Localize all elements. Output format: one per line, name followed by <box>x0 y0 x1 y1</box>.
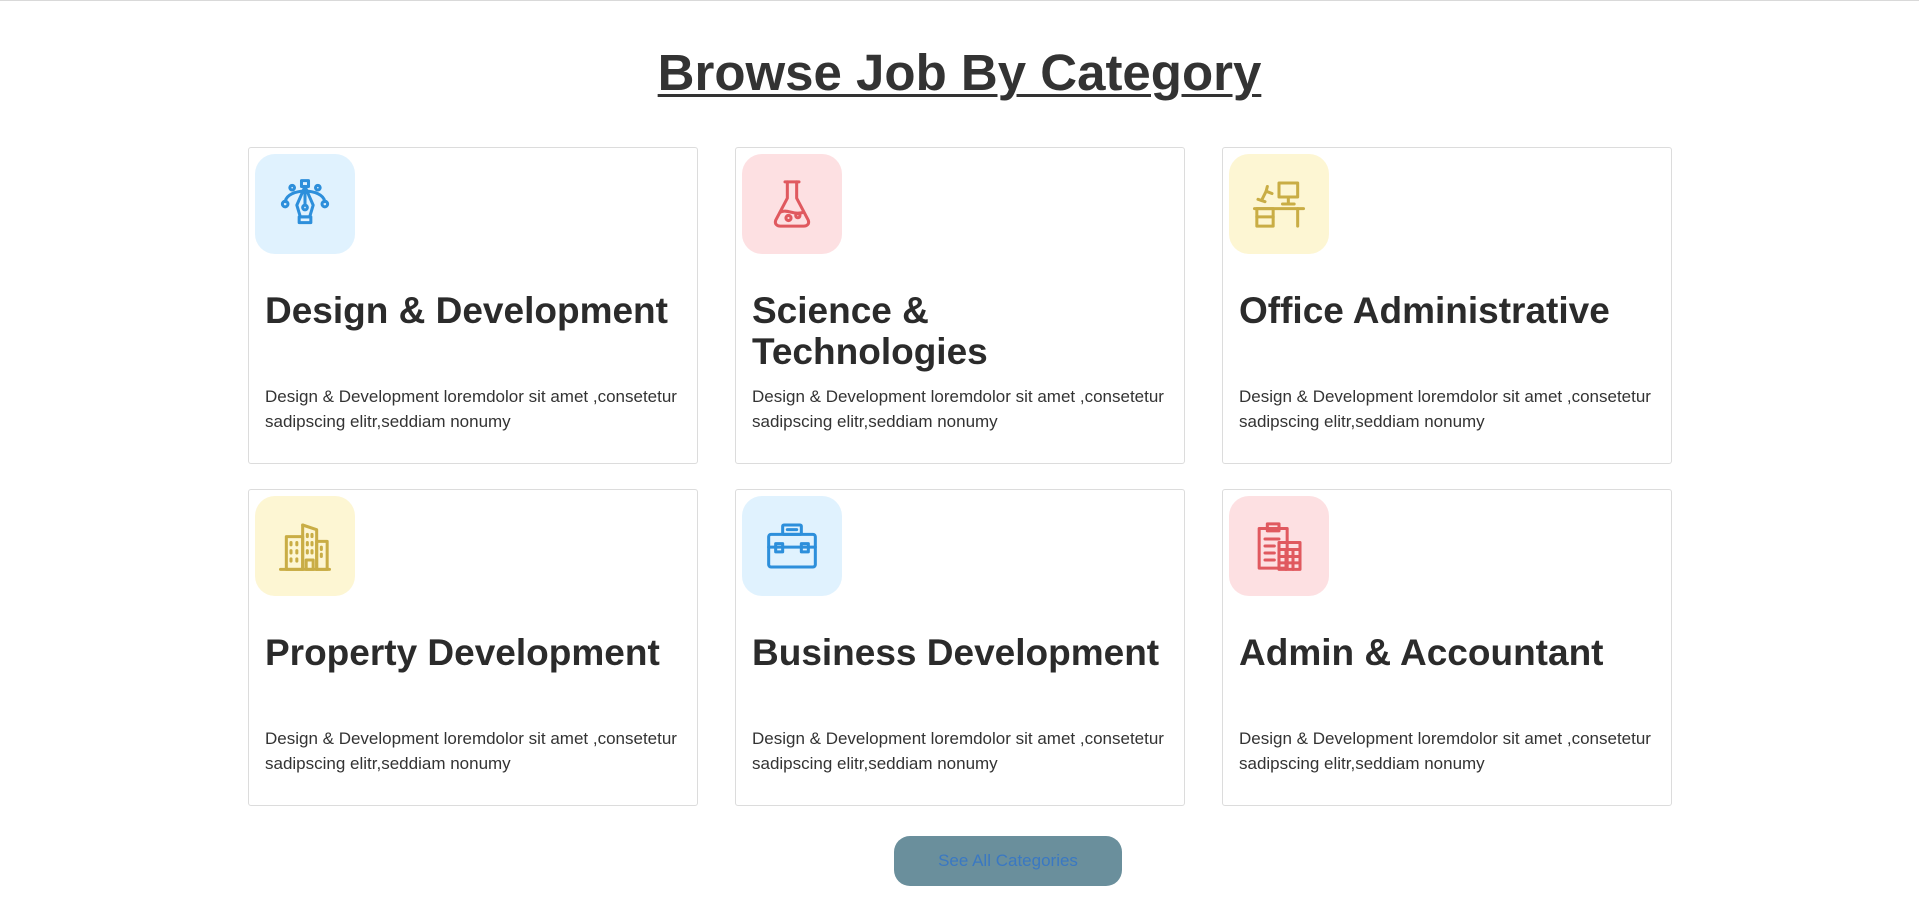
pen-tool-icon <box>255 154 355 254</box>
briefcase-icon <box>742 496 842 596</box>
page-title: Browse Job By Category <box>657 44 1262 101</box>
category-card-science-technologies[interactable]: Science & Technologies Design & Developm… <box>735 147 1185 464</box>
category-grid: Design & Development Design & Developmen… <box>248 147 1672 806</box>
category-title: Business Development <box>752 632 1160 673</box>
office-desk-icon <box>1229 154 1329 254</box>
category-card-business-development[interactable]: Business Development Design & Developmen… <box>735 489 1185 806</box>
see-all-categories-button[interactable]: See All Categories <box>894 836 1122 886</box>
category-title: Design & Development <box>265 290 668 331</box>
category-description: Design & Development loremdolor sit amet… <box>1239 387 1651 431</box>
category-description: Design & Development loremdolor sit amet… <box>1239 729 1651 773</box>
category-card-office-administrative[interactable]: Office Administrative Design & Developme… <box>1222 147 1672 464</box>
category-description: Design & Development loremdolor sit amet… <box>265 387 677 431</box>
buildings-icon <box>255 496 355 596</box>
category-description: Design & Development loremdolor sit amet… <box>265 729 677 773</box>
top-divider <box>0 0 1919 1</box>
category-title: Admin & Accountant <box>1239 632 1604 673</box>
category-card-property-development[interactable]: Property Development Design & Developmen… <box>248 489 698 806</box>
category-card-admin-accountant[interactable]: Admin & Accountant Design & Development … <box>1222 489 1672 806</box>
category-card-design-development[interactable]: Design & Development Design & Developmen… <box>248 147 698 464</box>
category-description: Design & Development loremdolor sit amet… <box>752 729 1164 773</box>
category-description: Design & Development loremdolor sit amet… <box>752 387 1164 431</box>
category-title: Science & Technologies <box>752 290 988 372</box>
clipboard-calculator-icon <box>1229 496 1329 596</box>
flask-icon <box>742 154 842 254</box>
category-title: Office Administrative <box>1239 290 1610 331</box>
category-title: Property Development <box>265 632 660 673</box>
